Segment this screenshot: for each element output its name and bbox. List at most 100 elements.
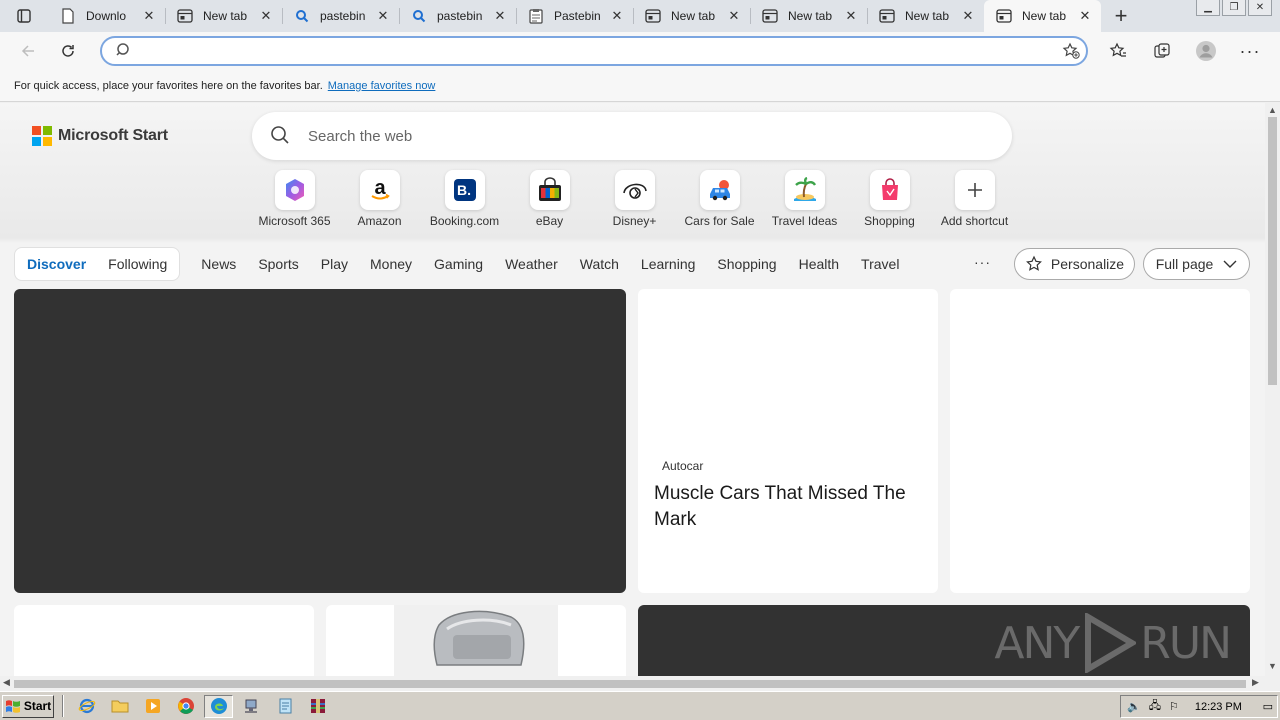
start-button[interactable]: Start [2,694,54,718]
close-tab-icon[interactable]: ✕ [1077,8,1093,24]
restore-button[interactable]: ❐ [1222,0,1246,16]
category-link[interactable]: News [190,256,247,272]
close-tab-icon[interactable]: ✕ [609,8,625,24]
search-icon [411,8,427,24]
category-link[interactable]: Travel [850,256,910,272]
new-tab-button[interactable]: + [1101,0,1141,32]
browser-tab[interactable]: Pastebin ✕ [516,0,633,32]
personalize-button[interactable]: Personalize [1014,248,1135,280]
category-link[interactable]: Weather [494,256,569,272]
category-link[interactable]: Money [359,256,423,272]
search-icon [270,125,292,148]
network-tool-button[interactable] [237,695,266,718]
settings-menu-button[interactable]: ··· [1230,35,1270,67]
add-favorite-button[interactable] [1056,42,1086,60]
category-link[interactable]: Shopping [706,256,787,272]
horizontal-scrollbar[interactable]: ◀ ▶ [0,676,1265,691]
network-status-icon[interactable]: 🖧 [1149,697,1161,716]
vertical-scroll-thumb[interactable] [1268,117,1277,385]
tab-following[interactable]: Following [108,256,167,272]
news-card[interactable] [14,605,314,676]
manage-favorites-link[interactable]: Manage favorites now [328,80,436,92]
close-tab-icon[interactable]: ✕ [141,8,157,24]
browser-tab[interactable]: Downlo ✕ [48,0,165,32]
vertical-scrollbar[interactable]: ▲ ▼ [1265,103,1280,676]
favorites-button[interactable] [1098,35,1138,67]
horizontal-scroll-thumb[interactable] [14,680,1246,688]
close-window-button[interactable]: ✕ [1248,0,1272,16]
anyrun-text-run: RUN [1140,617,1232,669]
scrollbar-corner [1265,676,1280,691]
shortcut-tile[interactable]: Shopping [847,170,932,228]
scroll-down-icon[interactable]: ▼ [1268,661,1277,671]
shortcut-tile[interactable]: Cars for Sale [677,170,762,228]
clock[interactable]: 12:23 PM [1195,701,1242,713]
article-card[interactable]: Autocar Muscle Cars That Missed The Mark [638,289,938,593]
category-link[interactable]: Sports [247,256,309,272]
explorer-launch-button[interactable] [105,695,134,718]
back-button[interactable] [8,35,48,67]
product-card[interactable] [326,605,626,676]
winrar-launch-button[interactable] [303,695,332,718]
close-tab-icon[interactable]: ✕ [843,8,859,24]
shortcut-tile[interactable]: Microsoft 365 [252,170,337,228]
featured-card[interactable] [14,289,626,593]
edge-taskbar-button[interactable] [204,694,233,718]
flag-icon[interactable]: ⚐ [1169,700,1179,713]
taskbar-separator [62,695,64,717]
more-categories-button[interactable]: ··· [974,254,991,270]
close-tab-icon[interactable]: ✕ [492,8,508,24]
browser-tab[interactable]: New tab ✕ [165,0,282,32]
video-card[interactable]: ANY RUN [638,605,1250,676]
tab-actions-icon [17,9,31,23]
collections-button[interactable] [1142,35,1182,67]
tab-title: New tab [788,9,833,23]
layout-dropdown[interactable]: Full page [1143,248,1250,280]
ad-card[interactable] [950,289,1250,593]
volume-icon[interactable]: 🔈 [1127,700,1141,713]
shortcut-tile[interactable]: a Amazon [337,170,422,228]
network-icon [244,699,257,713]
shortcut-tile[interactable]: B. Booking.com [422,170,507,228]
favorites-bar-message: For quick access, place your favorites h… [14,79,323,92]
scroll-up-icon[interactable]: ▲ [1268,105,1277,115]
desktop-icon[interactable]: ▭ [1263,700,1273,713]
category-link[interactable]: Learning [630,256,707,272]
tab-actions-button[interactable] [0,0,48,32]
browser-tab[interactable]: pastebin ✕ [282,0,399,32]
close-tab-icon[interactable]: ✕ [375,8,391,24]
category-link[interactable]: Health [788,256,850,272]
browser-tab[interactable]: New tab ✕ [633,0,750,32]
notepad-launch-button[interactable] [270,695,299,718]
browser-tab[interactable]: New tab ✕ [750,0,867,32]
tab-discover[interactable]: Discover [27,256,86,272]
minimize-button[interactable]: ▁ [1196,0,1220,16]
chrome-launch-button[interactable] [171,695,200,718]
close-tab-icon[interactable]: ✕ [726,8,742,24]
web-search-box[interactable]: Search the web [252,112,1012,160]
category-link[interactable]: Play [310,256,359,272]
scroll-left-icon[interactable]: ◀ [3,677,10,688]
close-tab-icon[interactable]: ✕ [960,8,976,24]
shortcut-tile[interactable]: Travel Ideas [762,170,847,228]
profile-button[interactable] [1186,35,1226,67]
shortcut-tile[interactable]: eBay [507,170,592,228]
address-input[interactable] [148,39,1056,63]
browser-tab[interactable]: pastebin ✕ [399,0,516,32]
browser-tab[interactable]: New tab ✕ [867,0,984,32]
scroll-right-icon[interactable]: ▶ [1252,677,1259,688]
shortcut-tile[interactable]: Disney+ [592,170,677,228]
browser-tab[interactable]: New tab ✕ [984,0,1101,32]
ie-launch-button[interactable] [72,695,101,718]
category-link[interactable]: Watch [569,256,630,272]
layout-dropdown-label: Full page [1155,256,1214,272]
refresh-button[interactable] [48,35,88,67]
microsoft-start-logo[interactable]: Microsoft Start [32,126,168,146]
tab-title: New tab [671,9,716,23]
address-bar[interactable] [100,36,1088,66]
media-player-launch-button[interactable] [138,695,167,718]
refresh-icon [62,45,74,57]
shortcut-tile[interactable]: Add shortcut [932,170,1017,228]
category-link[interactable]: Gaming [423,256,494,272]
close-tab-icon[interactable]: ✕ [258,8,274,24]
